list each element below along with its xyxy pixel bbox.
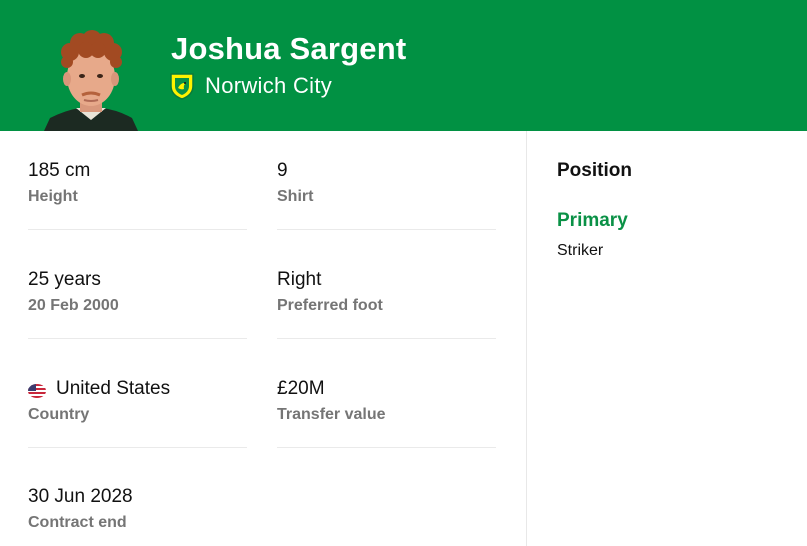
shirt-value: 9 <box>277 160 288 181</box>
height-value: 185 cm <box>28 160 91 181</box>
divider <box>277 447 496 448</box>
country-value-row: United States <box>28 378 248 400</box>
foot-stat: Right Preferred foot <box>277 269 497 315</box>
height-label: Height <box>28 188 78 205</box>
age-value: 25 years <box>28 269 101 290</box>
contract-label: Contract end <box>28 514 127 531</box>
player-name: Joshua Sargent <box>171 31 407 66</box>
shirt-stat: 9 Shirt <box>277 160 497 206</box>
norwich-city-crest-icon <box>170 72 194 100</box>
team-link[interactable]: Norwich City <box>170 72 332 100</box>
transfer-value: £20M <box>277 378 325 399</box>
divider <box>28 229 247 230</box>
primary-position-value: Striker <box>557 242 604 259</box>
transfer-stat: £20M Transfer value <box>277 378 497 424</box>
country-label: Country <box>28 406 90 423</box>
primary-position-label: Primary <box>557 210 628 231</box>
position-title: Position <box>557 160 632 181</box>
country-stat: United States Country <box>28 378 248 424</box>
team-name: Norwich City <box>205 73 333 98</box>
foot-value: Right <box>277 269 322 290</box>
birth-date-label: 20 Feb 2000 <box>28 297 119 314</box>
us-flag-icon <box>28 382 46 398</box>
transfer-label: Transfer value <box>277 406 386 423</box>
divider <box>28 338 247 339</box>
column-divider <box>526 131 527 546</box>
divider <box>28 447 247 448</box>
age-stat: 25 years 20 Feb 2000 <box>28 269 248 315</box>
foot-label: Preferred foot <box>277 297 383 314</box>
contract-stat: 30 Jun 2028 Contract end <box>28 486 248 532</box>
shirt-label: Shirt <box>277 188 314 205</box>
divider <box>277 338 496 339</box>
divider <box>277 229 496 230</box>
player-header: Joshua Sargent Norwich City <box>0 0 807 131</box>
height-stat: 185 cm Height <box>28 160 248 206</box>
player-avatar <box>36 22 146 131</box>
contract-value: 30 Jun 2028 <box>28 486 133 507</box>
country-value: United States <box>56 378 171 399</box>
